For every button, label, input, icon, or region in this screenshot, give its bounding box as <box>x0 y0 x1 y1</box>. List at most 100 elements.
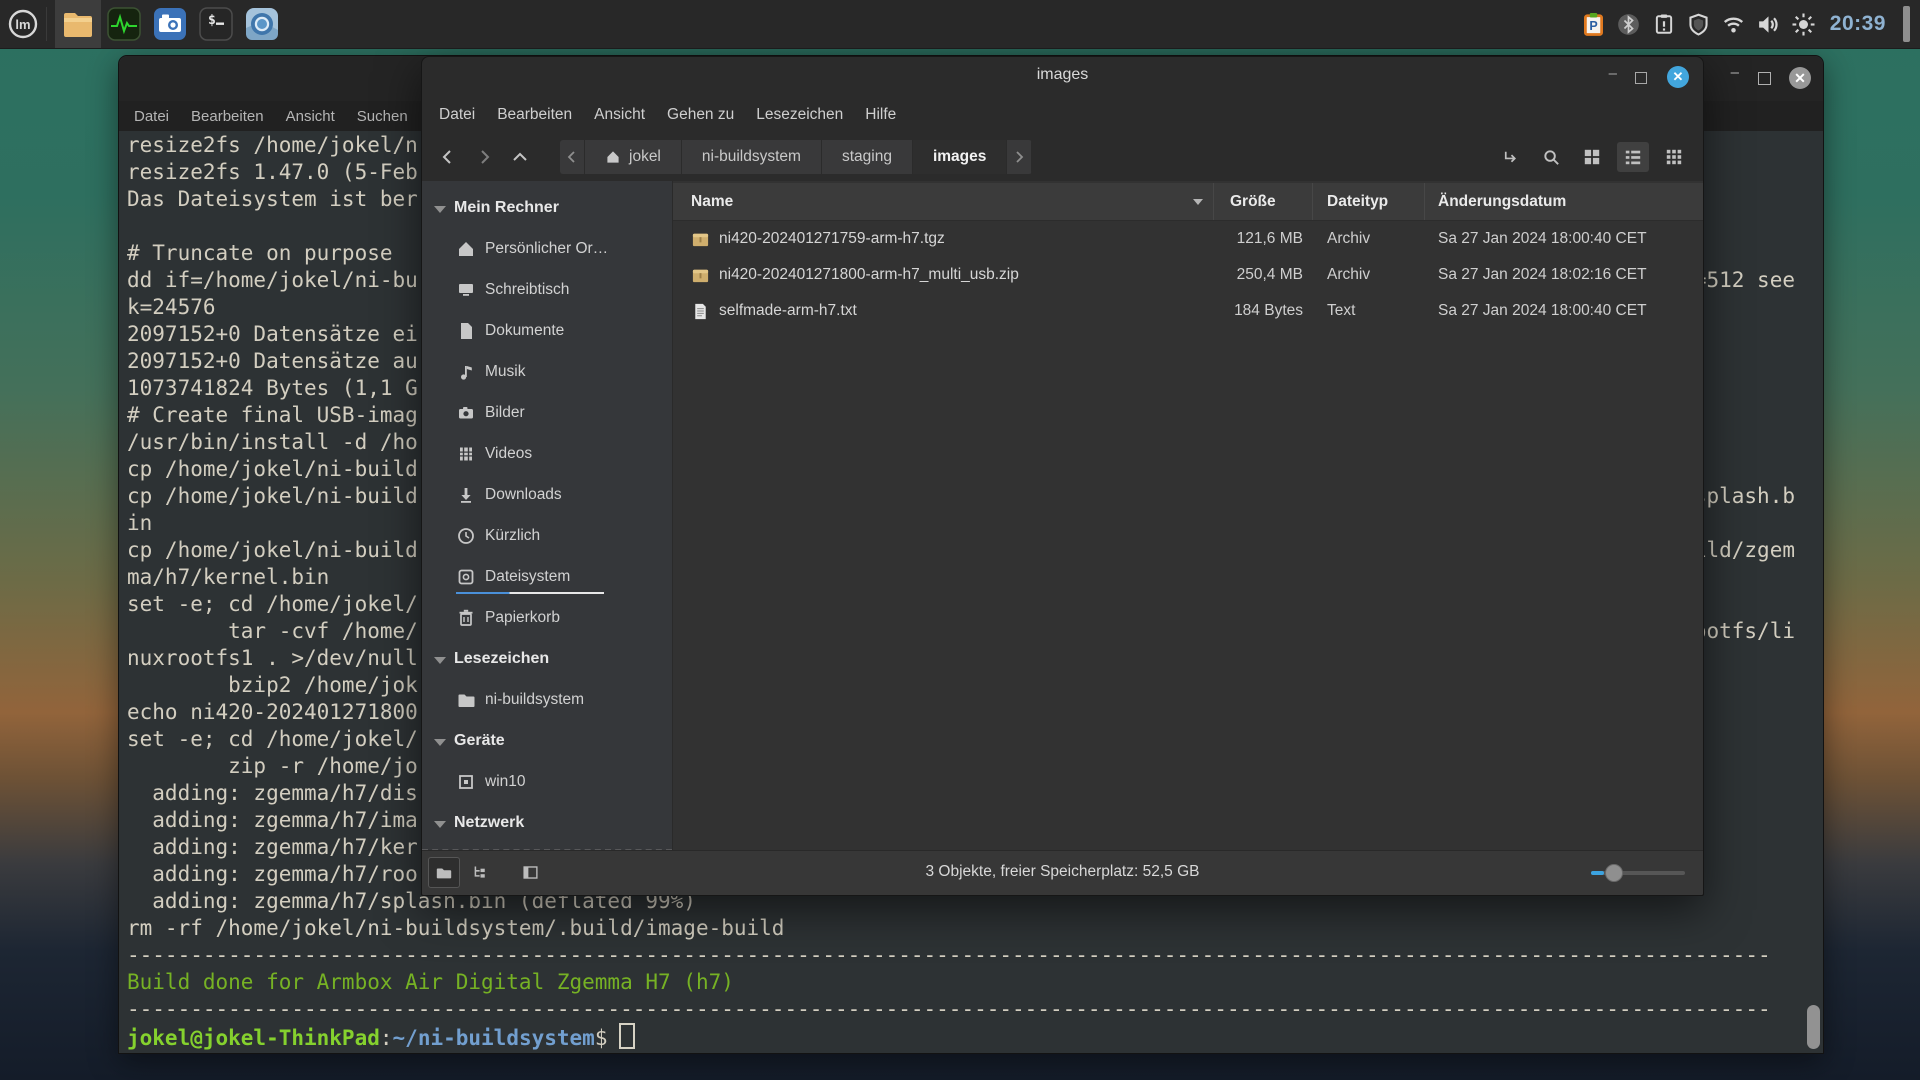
sidebar-item-bilder[interactable]: Bilder <box>422 392 672 433</box>
up-button[interactable] <box>502 141 538 173</box>
linux-mint-logo-icon: lm <box>7 8 39 40</box>
chevron-left-icon <box>440 149 456 165</box>
prompt-dollar: $ <box>595 1026 608 1050</box>
file-list[interactable]: NameGrößeDateitypÄnderungsdatum ni420-20… <box>673 181 1703 851</box>
download-icon <box>456 485 476 505</box>
trash-icon <box>456 608 476 628</box>
terminal-menu-ansicht[interactable]: Ansicht <box>275 108 346 125</box>
column-header-date[interactable]: Änderungsdatum <box>1425 183 1703 220</box>
sidebar-item-papierkorb[interactable]: Papierkorb <box>422 597 672 638</box>
clock[interactable]: 20:39 <box>1830 12 1886 36</box>
forward-button[interactable] <box>466 141 502 173</box>
svg-text:lm: lm <box>15 17 30 32</box>
prompt-user: jokel@jokel-ThinkPad <box>127 1026 380 1050</box>
sidebar-item-dokumente[interactable]: Dokumente <box>422 310 672 351</box>
sidebar-item-downloads[interactable]: Downloads <box>422 474 672 515</box>
firewall-shield-icon <box>1687 13 1710 36</box>
terminal-menu-bearbeiten[interactable]: Bearbeiten <box>180 108 275 125</box>
sidebar-section-lesezeichen[interactable]: Lesezeichen <box>422 638 672 679</box>
menu-datei[interactable]: Datei <box>428 106 486 124</box>
close-button[interactable]: ✕ <box>1667 66 1689 88</box>
sidebar-section-geräte[interactable]: Geräte <box>422 720 672 761</box>
menu-ansicht[interactable]: Ansicht <box>583 106 656 124</box>
sidebar-section-mein-rechner[interactable]: Mein Rechner <box>422 187 672 228</box>
terminal-menu-suchen[interactable]: Suchen <box>346 108 419 125</box>
breadcrumb-jokel[interactable]: jokel <box>585 140 682 174</box>
terminal-scrollbar[interactable] <box>1807 1005 1820 1049</box>
sidebar-section-netzwerk[interactable]: Netzwerk <box>422 802 672 843</box>
menu-lesezeichen[interactable]: Lesezeichen <box>745 106 854 124</box>
breadcrumb-scroll-left[interactable] <box>560 140 585 174</box>
terminal-maximize-button[interactable] <box>1758 72 1771 85</box>
sidebar-item-win10[interactable]: win10 <box>422 761 672 802</box>
file-row-selfmade-arm-h7.txt[interactable]: selfmade-arm-h7.txt 184 BytesTextSa 27 J… <box>673 293 1703 329</box>
archive-icon <box>691 230 710 249</box>
sidebar-item-dateisystem[interactable]: Dateisystem <box>422 556 672 597</box>
minimize-button[interactable]: – <box>1609 65 1617 82</box>
zoom-slider-handle[interactable] <box>1605 864 1623 882</box>
panel-separator <box>46 7 47 41</box>
files-icon <box>60 6 96 42</box>
maximize-button[interactable] <box>1635 72 1647 84</box>
zoom-slider[interactable] <box>1591 871 1685 875</box>
icon-view-button[interactable] <box>1576 142 1608 172</box>
updates-icon <box>1653 13 1675 35</box>
launcher-terminal[interactable]: $ <box>193 0 239 48</box>
file-row-ni420-202401271800-arm-h7_multi_usb.zip[interactable]: ni420-202401271800-arm-h7_multi_usb.zip … <box>673 257 1703 293</box>
tray-bluetooth[interactable] <box>1616 11 1642 37</box>
column-header-size[interactable]: Größe <box>1214 183 1313 220</box>
column-header-type[interactable]: Dateityp <box>1313 183 1425 220</box>
terminal-minimize-button[interactable]: – <box>1731 64 1739 81</box>
file-manager-titlebar[interactable]: images – ✕ <box>422 57 1703 97</box>
archive-icon <box>691 266 710 285</box>
breadcrumb-images[interactable]: images <box>913 140 1007 174</box>
tray-brightness[interactable] <box>1791 11 1817 37</box>
system-monitor-icon <box>106 6 142 42</box>
sidebar-item-persönlicher-or…[interactable]: Persönlicher Or… <box>422 228 672 269</box>
chevron-up-icon <box>512 149 528 165</box>
sidebar-item-schreibtisch[interactable]: Schreibtisch <box>422 269 672 310</box>
breadcrumb-scroll-right[interactable] <box>1007 140 1032 174</box>
top-panel: lm $ P 20:39 <box>0 0 1920 49</box>
launcher-files[interactable] <box>55 0 101 48</box>
window-title: images <box>422 66 1703 84</box>
launcher-system-monitor[interactable] <box>101 0 147 48</box>
prompt-path: ~/ni-buildsystem <box>393 1026 595 1050</box>
search-button[interactable] <box>1535 142 1567 172</box>
list-view-button[interactable] <box>1617 142 1649 172</box>
tray-volume[interactable] <box>1756 11 1782 37</box>
breadcrumb-staging[interactable]: staging <box>822 140 913 174</box>
status-text: 3 Objekte, freier Speicherplatz: 52,5 GB <box>422 863 1703 881</box>
menu-gehen-zu[interactable]: Gehen zu <box>656 106 745 124</box>
terminal-menu-datei[interactable]: Datei <box>123 108 180 125</box>
back-button[interactable] <box>430 141 466 173</box>
svg-text:$: $ <box>208 13 216 28</box>
web-browser-icon <box>244 6 280 42</box>
tray-firewall[interactable] <box>1686 11 1712 37</box>
location-entry-icon <box>1501 148 1520 167</box>
terminal-close-button[interactable]: ✕ <box>1789 67 1811 89</box>
sidebar-item-kürzlich[interactable]: Kürzlich <box>422 515 672 556</box>
terminal-line: Build done for Armbox Air Digital Zgemma… <box>127 969 1823 996</box>
home-icon <box>605 149 621 165</box>
column-header-name[interactable]: Name <box>673 183 1214 220</box>
tray-wifi[interactable] <box>1721 11 1747 37</box>
svg-text:P: P <box>1590 19 1598 33</box>
toggle-location-bar-button[interactable] <box>1494 142 1526 172</box>
sidebar-item-musik[interactable]: Musik <box>422 351 672 392</box>
sidebar-item-videos[interactable]: Videos <box>422 433 672 474</box>
breadcrumb-ni-buildsystem[interactable]: ni-buildsystem <box>682 140 822 174</box>
tray-updates[interactable] <box>1651 11 1677 37</box>
panel-edge-handle[interactable] <box>1903 6 1910 42</box>
menu-bearbeiten[interactable]: Bearbeiten <box>486 106 583 124</box>
launcher-web-browser[interactable] <box>239 0 285 48</box>
compact-view-button[interactable] <box>1658 142 1690 172</box>
menu-hilfe[interactable]: Hilfe <box>854 106 907 124</box>
launcher-screenshot[interactable] <box>147 0 193 48</box>
expander-triangle-icon <box>434 821 446 828</box>
menu-button[interactable]: lm <box>0 0 46 48</box>
tray-clipboard-manager[interactable]: P <box>1581 11 1607 37</box>
list-view-icon <box>1624 148 1642 166</box>
file-row-ni420-202401271759-arm-h7.tgz[interactable]: ni420-202401271759-arm-h7.tgz 121,6 MBAr… <box>673 221 1703 257</box>
sidebar-item-ni-buildsystem[interactable]: ni-buildsystem <box>422 679 672 720</box>
